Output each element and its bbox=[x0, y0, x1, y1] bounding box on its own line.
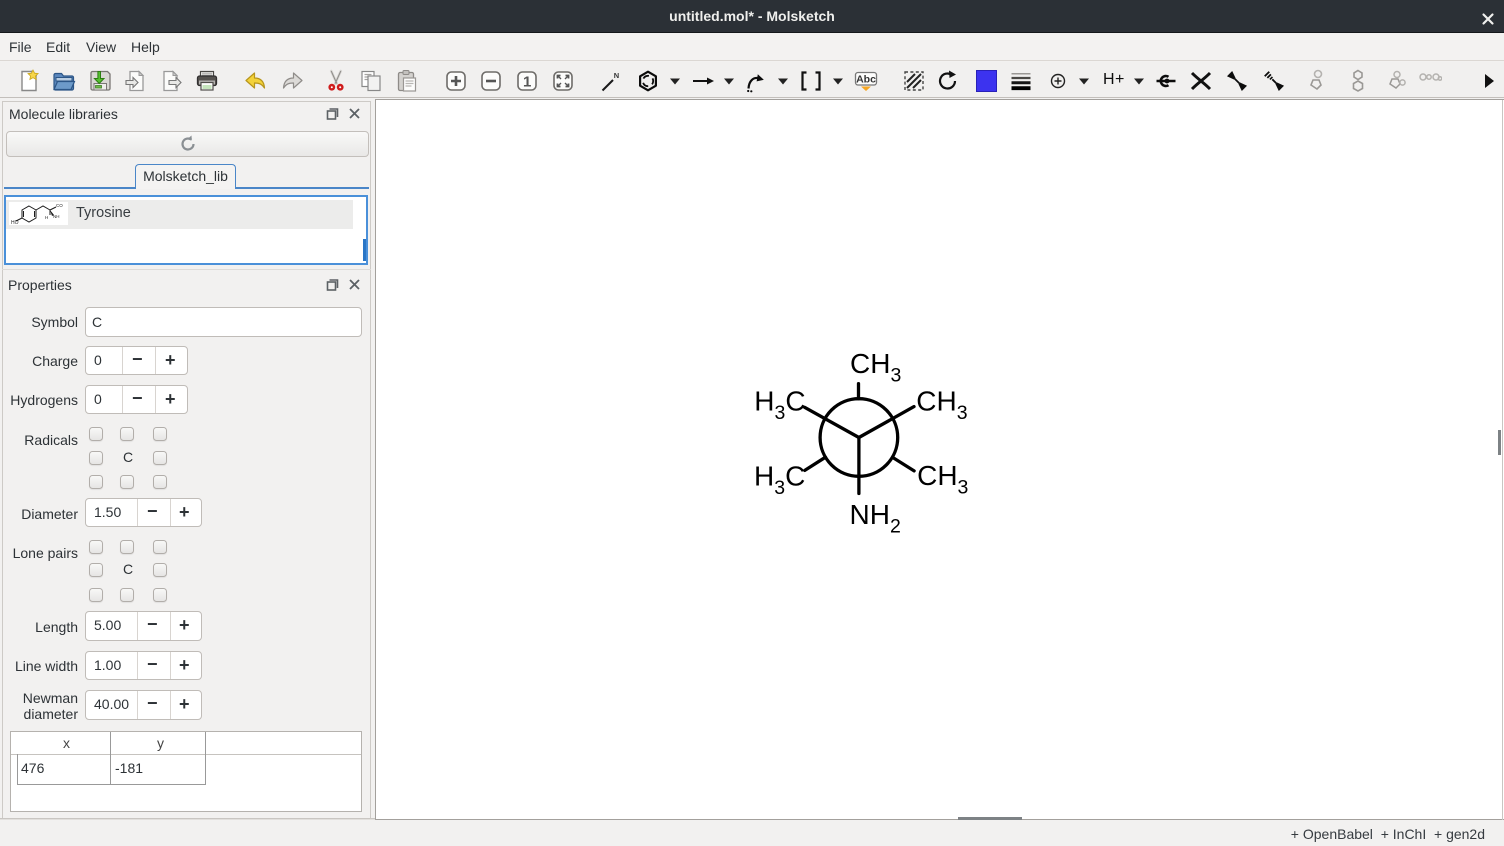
svg-text:N: N bbox=[614, 71, 619, 80]
svg-text:1: 1 bbox=[523, 74, 531, 91]
svg-text:CO: CO bbox=[56, 203, 63, 208]
svg-text:HO: HO bbox=[11, 220, 19, 226]
svg-text:NH2: NH2 bbox=[850, 499, 901, 538]
svg-text:CH3: CH3 bbox=[916, 386, 967, 425]
svg-text:CH3: CH3 bbox=[850, 348, 901, 387]
svg-text:CH3: CH3 bbox=[917, 460, 968, 499]
svg-text:NH: NH bbox=[53, 214, 60, 219]
svg-text:H3C: H3C bbox=[754, 460, 805, 499]
svg-text:Abc: Abc bbox=[856, 74, 876, 86]
svg-text:H3C: H3C bbox=[754, 386, 805, 425]
svg-text:H: H bbox=[45, 215, 48, 220]
